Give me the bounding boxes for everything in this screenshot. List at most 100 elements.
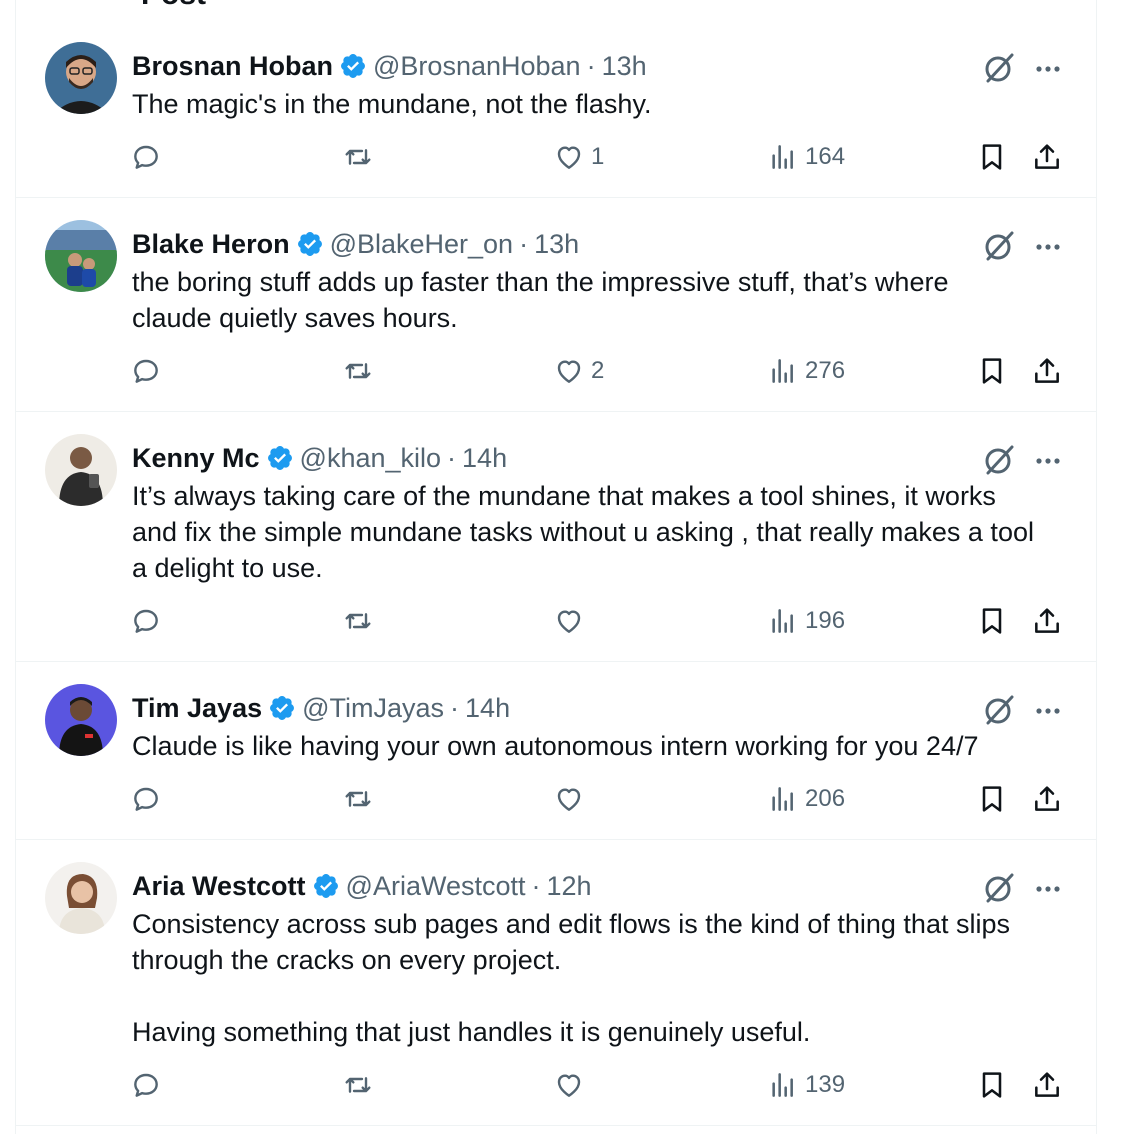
share-button[interactable] bbox=[1031, 351, 1063, 391]
timestamp[interactable]: 13h bbox=[602, 51, 647, 82]
author-name[interactable]: Brosnan Hoban bbox=[132, 51, 333, 82]
bookmark-icon bbox=[982, 608, 1002, 634]
tweet[interactable]: Brosnan Hoban @BrosnanHoban · 13h The ma… bbox=[16, 20, 1096, 198]
action-bar: 206 bbox=[16, 779, 1096, 819]
avatar[interactable] bbox=[45, 862, 117, 934]
share-icon bbox=[1035, 786, 1059, 811]
author-handle[interactable]: @khan_kilo bbox=[300, 443, 442, 474]
bookmark-button[interactable] bbox=[976, 137, 1008, 177]
reply-button[interactable] bbox=[130, 779, 168, 819]
bookmark-icon bbox=[982, 786, 1002, 812]
avatar[interactable] bbox=[45, 220, 117, 292]
repost-icon bbox=[345, 149, 371, 165]
grok-icon[interactable] bbox=[981, 50, 1017, 86]
reply-icon bbox=[134, 1073, 158, 1097]
views-button[interactable]: 206 bbox=[767, 779, 845, 819]
repost-button[interactable] bbox=[342, 351, 380, 391]
bookmark-button[interactable] bbox=[976, 779, 1008, 819]
action-bar: 2 276 bbox=[16, 351, 1096, 391]
tweet-header: Tim Jayas @TimJayas · 14h bbox=[132, 690, 510, 726]
more-options-icon[interactable] bbox=[1030, 870, 1066, 906]
share-button[interactable] bbox=[1031, 137, 1063, 177]
verified-badge-icon bbox=[270, 696, 295, 720]
reply-button[interactable] bbox=[130, 1065, 168, 1105]
tweet[interactable]: Aria Westcott @AriaWestcott · 12h Consis… bbox=[16, 840, 1096, 1126]
tweet[interactable]: Blake Heron @BlakeHer_on · 13h the borin… bbox=[16, 198, 1096, 412]
grok-icon[interactable] bbox=[981, 692, 1017, 728]
tweet-text: the boring stuff adds up faster than the… bbox=[132, 267, 949, 333]
bookmark-button[interactable] bbox=[976, 351, 1008, 391]
timestamp[interactable]: 13h bbox=[534, 229, 579, 260]
bookmark-button[interactable] bbox=[976, 601, 1008, 641]
like-button[interactable] bbox=[553, 1065, 591, 1105]
reply-button[interactable] bbox=[130, 601, 168, 641]
timestamp[interactable]: 14h bbox=[465, 693, 510, 724]
like-button[interactable] bbox=[553, 601, 591, 641]
tweet-header: Kenny Mc @khan_kilo · 14h bbox=[132, 440, 507, 476]
timestamp[interactable]: 12h bbox=[547, 871, 592, 902]
like-button[interactable]: 2 bbox=[553, 351, 604, 391]
repost-button[interactable] bbox=[342, 1065, 380, 1105]
separator: · bbox=[519, 228, 529, 259]
grok-icon[interactable] bbox=[981, 228, 1017, 264]
reply-icon bbox=[134, 359, 158, 383]
share-button[interactable] bbox=[1031, 601, 1063, 641]
share-icon bbox=[1035, 608, 1059, 633]
more-options-icon[interactable] bbox=[1030, 692, 1066, 728]
tweet-text: Claude is like having your own autonomou… bbox=[132, 731, 979, 761]
views-icon bbox=[772, 145, 793, 169]
action-bar: 1 164 bbox=[16, 137, 1096, 177]
grok-icon[interactable] bbox=[981, 442, 1017, 478]
reply-icon bbox=[134, 145, 158, 169]
verified-badge-icon bbox=[267, 446, 292, 470]
bookmark-icon bbox=[982, 144, 1002, 170]
author-handle[interactable]: @TimJayas bbox=[302, 693, 444, 724]
verified-badge-icon bbox=[297, 232, 322, 256]
avatar[interactable] bbox=[45, 42, 117, 114]
views-button[interactable]: 164 bbox=[767, 137, 845, 177]
reply-icon bbox=[134, 609, 158, 633]
grok-icon[interactable] bbox=[981, 870, 1017, 906]
repost-button[interactable] bbox=[342, 779, 380, 819]
repost-icon bbox=[345, 1077, 371, 1093]
view-count: 196 bbox=[805, 607, 846, 634]
author-name[interactable]: Tim Jayas bbox=[132, 693, 262, 724]
more-options-icon[interactable] bbox=[1030, 228, 1066, 264]
tweet-text: The magic's in the mundane, not the flas… bbox=[132, 89, 652, 119]
author-name[interactable]: Kenny Mc bbox=[132, 443, 260, 474]
avatar[interactable] bbox=[45, 684, 117, 756]
separator: · bbox=[447, 442, 457, 473]
tweet[interactable]: Kenny Mc @khan_kilo · 14h It’s always ta… bbox=[16, 412, 1096, 662]
avatar[interactable] bbox=[45, 434, 117, 506]
author-name[interactable]: Aria Westcott bbox=[132, 871, 306, 902]
repost-button[interactable] bbox=[342, 601, 380, 641]
views-button[interactable]: 276 bbox=[767, 351, 845, 391]
bookmark-button[interactable] bbox=[976, 1065, 1008, 1105]
tweet-header: Aria Westcott @AriaWestcott · 12h bbox=[132, 868, 592, 904]
tweet[interactable]: Tim Jayas @TimJayas · 14h Claude is like… bbox=[16, 662, 1096, 840]
like-count: 2 bbox=[591, 357, 605, 384]
author-name[interactable]: Blake Heron bbox=[132, 229, 290, 260]
reply-button[interactable] bbox=[130, 137, 168, 177]
share-button[interactable] bbox=[1031, 779, 1063, 819]
timestamp[interactable]: 14h bbox=[462, 443, 507, 474]
reply-button[interactable] bbox=[130, 351, 168, 391]
separator: · bbox=[586, 50, 596, 81]
repost-button[interactable] bbox=[342, 137, 380, 177]
share-button[interactable] bbox=[1031, 1065, 1063, 1105]
view-count: 276 bbox=[805, 357, 846, 384]
author-handle[interactable]: @AriaWestcott bbox=[346, 871, 526, 902]
author-handle[interactable]: @BlakeHer_on bbox=[330, 229, 514, 260]
views-button[interactable]: 196 bbox=[767, 601, 845, 641]
views-button[interactable]: 139 bbox=[767, 1065, 845, 1105]
tweet-text: It’s always taking care of the mundane t… bbox=[132, 481, 1034, 583]
more-options-icon[interactable] bbox=[1030, 50, 1066, 86]
like-button[interactable] bbox=[553, 779, 591, 819]
views-icon bbox=[772, 1073, 793, 1097]
action-bar: 196 bbox=[16, 601, 1096, 641]
author-handle[interactable]: @BrosnanHoban bbox=[373, 51, 581, 82]
tweet-header: Brosnan Hoban @BrosnanHoban · 13h bbox=[132, 48, 647, 84]
heart-icon bbox=[557, 360, 581, 383]
more-options-icon[interactable] bbox=[1030, 442, 1066, 478]
like-button[interactable]: 1 bbox=[553, 137, 604, 177]
